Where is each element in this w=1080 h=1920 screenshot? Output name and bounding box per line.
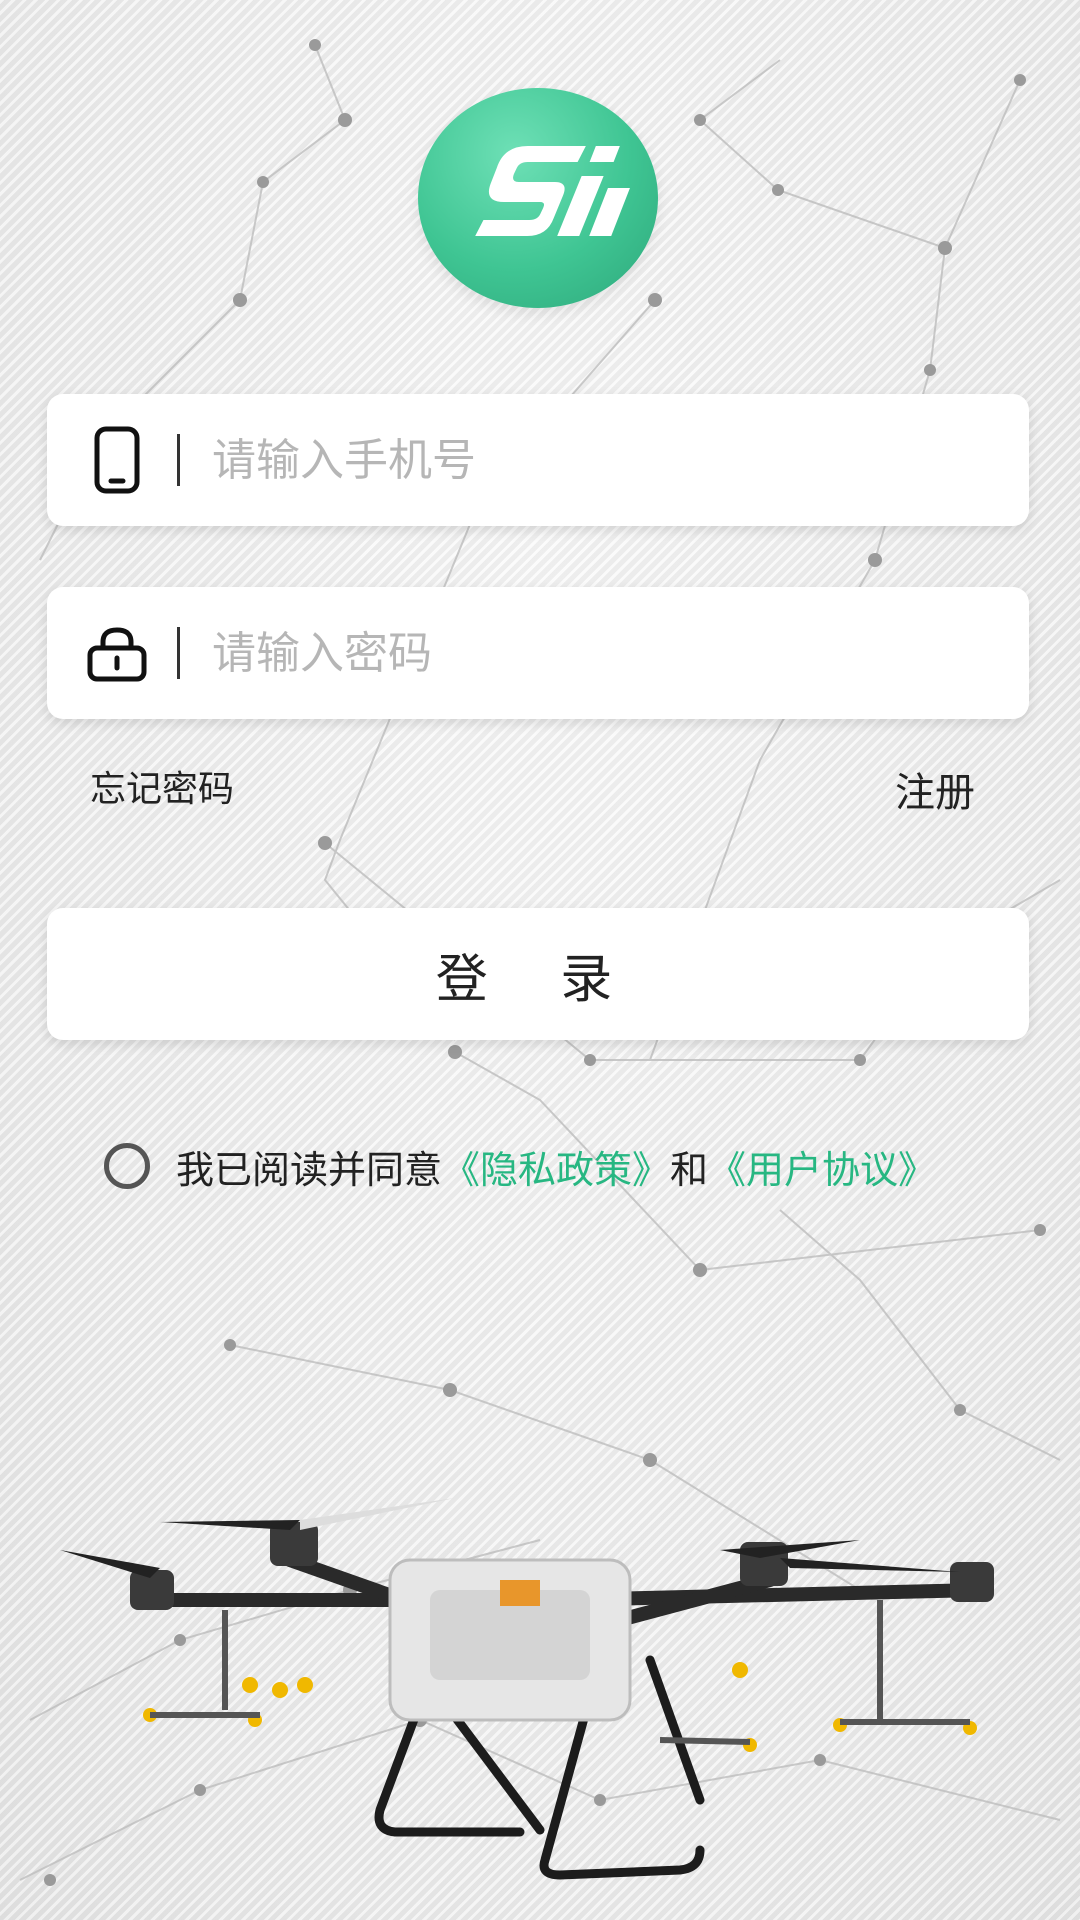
lock-icon: [87, 618, 147, 688]
input-separator: [177, 627, 180, 679]
login-button-label: 登 录: [435, 949, 641, 1010]
radio-unchecked-icon[interactable]: [104, 1143, 150, 1189]
forgot-password-link[interactable]: 忘记密码: [90, 760, 234, 812]
privacy-policy-link[interactable]: 《隐私政策》: [442, 1139, 670, 1194]
drone-illustration: [60, 1498, 994, 1880]
sj-logo-icon: [475, 146, 630, 236]
phone-icon: [87, 425, 147, 495]
agreement-row: 我已阅读并同意 《隐私政策》 和 《用户协议》: [104, 1138, 936, 1194]
input-separator: [177, 434, 180, 486]
phone-input[interactable]: [210, 433, 974, 487]
phone-field[interactable]: [47, 394, 1029, 526]
user-agreement-link[interactable]: 《用户协议》: [708, 1139, 936, 1194]
agreement-prefix: 我已阅读并同意: [176, 1147, 443, 1192]
login-button[interactable]: 登 录: [47, 908, 1029, 1040]
password-input[interactable]: [210, 626, 974, 680]
agreement-and: 和: [670, 1147, 709, 1192]
app-logo: [418, 88, 658, 308]
password-field[interactable]: [47, 587, 1029, 719]
register-link[interactable]: 注册: [895, 760, 975, 818]
